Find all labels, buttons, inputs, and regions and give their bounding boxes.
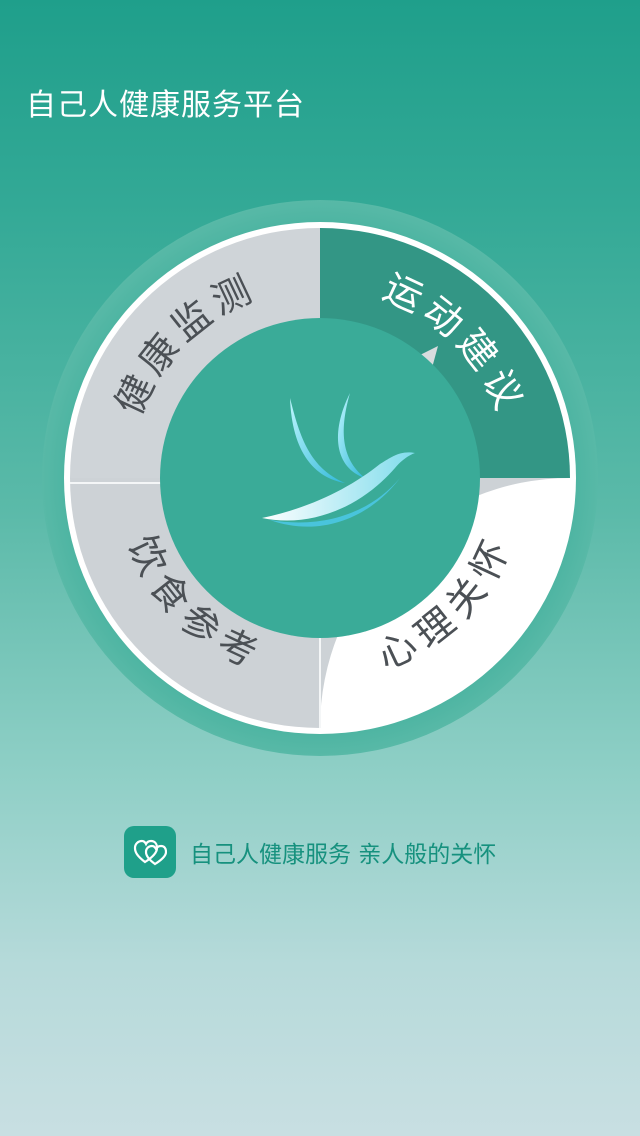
hearts-logo-icon bbox=[124, 826, 176, 878]
app-title: 自己人健康服务平台 bbox=[26, 88, 305, 123]
service-wheel: 健康监测 运动建议 饮食参考 心理关怀 bbox=[40, 198, 600, 758]
footer-slogan: 自己人健康服务 亲人般的关怀 bbox=[190, 842, 497, 868]
bird-logo-icon[interactable] bbox=[200, 358, 440, 598]
footer-tagline: 自己人健康服务 亲人般的关怀 bbox=[124, 826, 496, 878]
